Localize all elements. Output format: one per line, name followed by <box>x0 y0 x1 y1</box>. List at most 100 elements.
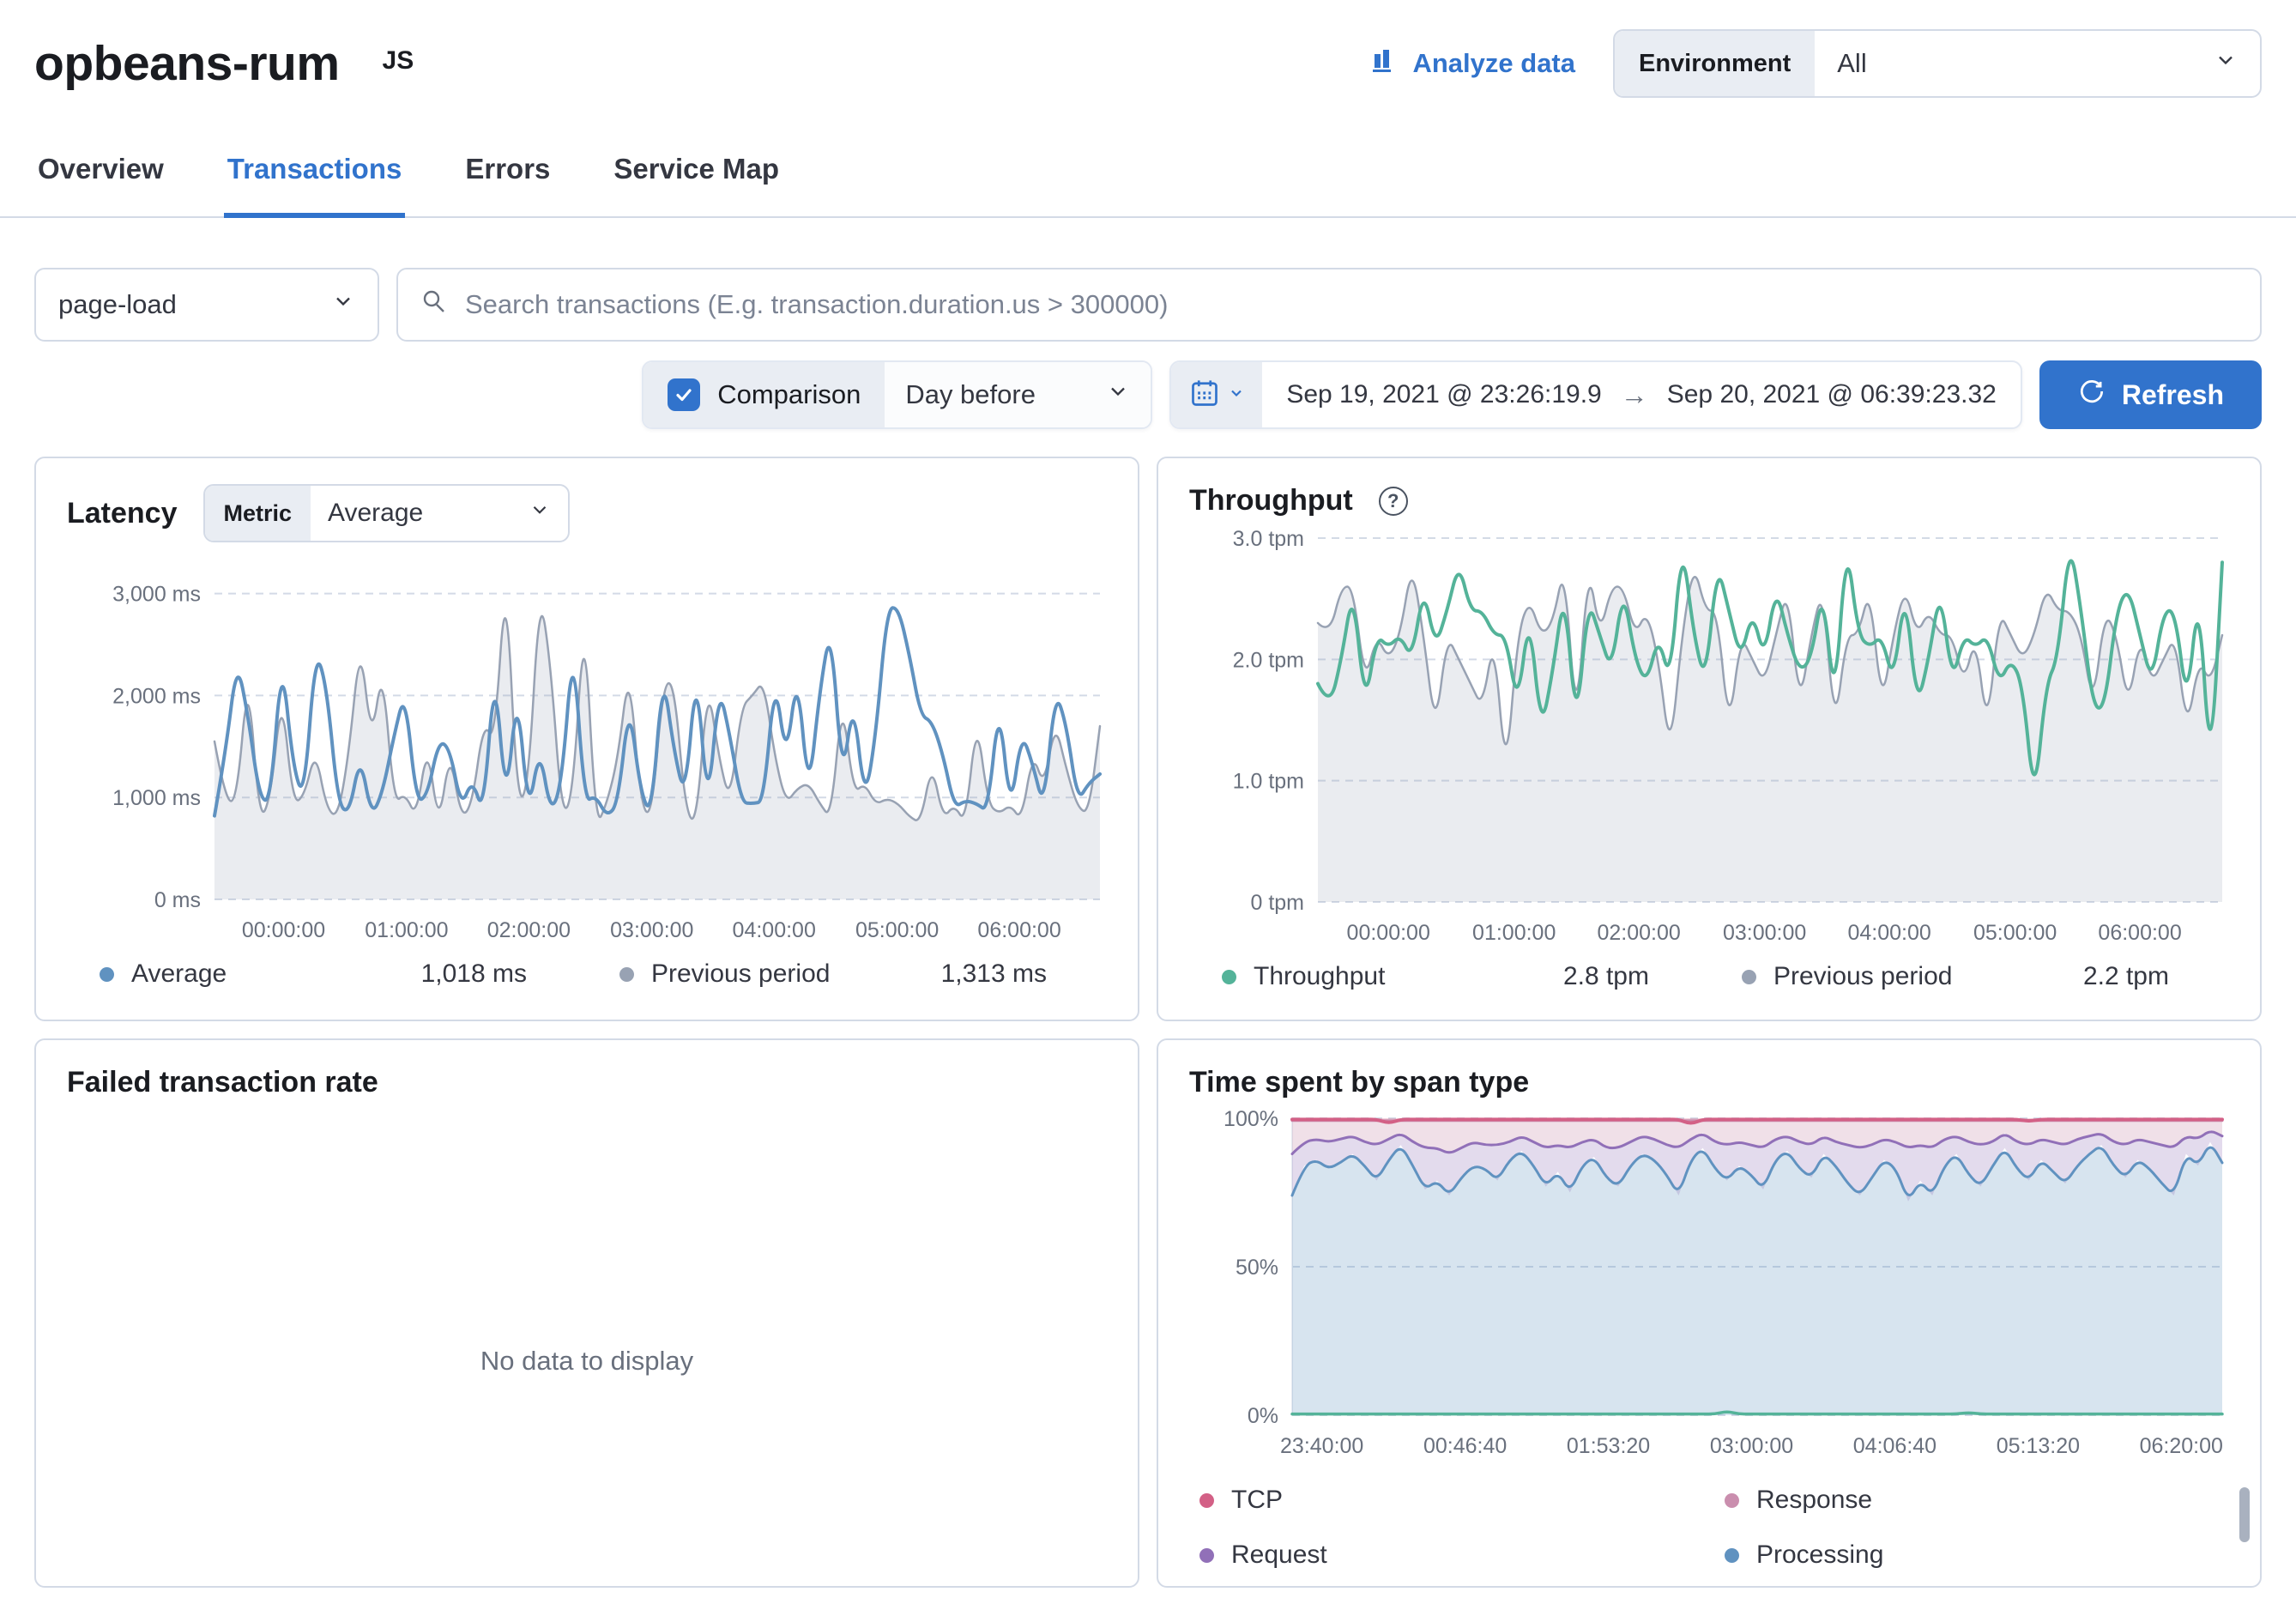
svg-text:3.0 tpm: 3.0 tpm <box>1233 527 1304 551</box>
tab-overview[interactable]: Overview <box>34 151 167 218</box>
legend-item-tcp[interactable]: TCP <box>1189 1486 1692 1515</box>
svg-text:50%: 50% <box>1236 1256 1278 1280</box>
chevron-down-icon <box>1228 384 1245 406</box>
legend-item-throughput[interactable]: Throughput 2.8 tpm <box>1189 962 1709 991</box>
environment-filter: Environment All <box>1613 29 2262 98</box>
legend-dot <box>619 967 634 982</box>
svg-text:0 tpm: 0 tpm <box>1250 891 1304 915</box>
environment-label: Environment <box>1615 31 1815 96</box>
legend-label: Throughput <box>1254 962 1385 991</box>
svg-text:05:00:00: 05:00:00 <box>855 918 939 942</box>
refresh-button[interactable]: Refresh <box>2039 360 2262 429</box>
refresh-icon <box>2077 377 2106 413</box>
svg-text:06:00:00: 06:00:00 <box>2098 921 2181 945</box>
legend-item-processing[interactable]: Processing <box>1692 1540 2195 1570</box>
calendar-menu-button[interactable] <box>1171 362 1262 427</box>
environment-select[interactable]: All <box>1815 31 2260 96</box>
throughput-panel: Throughput ? 0 tpm1.0 tpm2.0 tpm3.0 tpm0… <box>1157 457 2262 1021</box>
legend-dot <box>1725 1548 1739 1563</box>
legend-dot <box>1742 970 1756 984</box>
svg-text:04:00:00: 04:00:00 <box>1847 921 1930 945</box>
comparison-label: Comparison <box>717 379 861 410</box>
analyze-data-link[interactable]: Analyze data <box>1369 45 1575 82</box>
comparison-checkbox[interactable] <box>668 378 700 411</box>
svg-text:03:00:00: 03:00:00 <box>1723 921 1806 945</box>
legend-dot <box>1199 1548 1214 1563</box>
throughput-chart[interactable]: 0 tpm1.0 tpm2.0 tpm3.0 tpm00:00:0001:00:… <box>1189 524 2229 953</box>
svg-text:1,000 ms: 1,000 ms <box>112 786 201 810</box>
legend-label: Average <box>131 959 227 989</box>
legend-dot <box>1222 970 1236 984</box>
legend-item-previous-period[interactable]: Previous period 2.2 tpm <box>1709 962 2229 991</box>
search-bar <box>396 268 2262 342</box>
latency-metric-select[interactable]: Average <box>311 486 568 541</box>
svg-text:23:40:00: 23:40:00 <box>1280 1434 1363 1458</box>
latency-chart[interactable]: 0 ms1,000 ms2,000 ms3,000 ms00:00:0001:0… <box>67 549 1107 951</box>
time-controls: Comparison Day before Sep 19, 2021 @ 23:… <box>0 360 2296 429</box>
agent-js-badge: JS <box>383 46 414 76</box>
search-icon <box>420 288 448 322</box>
legend-item-request[interactable]: Request <box>1189 1540 1692 1570</box>
legend-dot <box>100 967 114 982</box>
latency-panel: Latency Metric Average 0 ms1,000 ms2,000… <box>34 457 1139 1021</box>
legend-label: Processing <box>1756 1540 1883 1570</box>
svg-text:04:06:40: 04:06:40 <box>1853 1434 1936 1458</box>
time-spent-title: Time spent by span type <box>1189 1066 1529 1099</box>
svg-text:06:20:00: 06:20:00 <box>2140 1434 2223 1458</box>
svg-text:1.0 tpm: 1.0 tpm <box>1233 770 1304 794</box>
chevron-down-icon <box>529 499 551 528</box>
date-picker: Sep 19, 2021 @ 23:26:19.9 → Sep 20, 2021… <box>1169 360 2022 429</box>
legend-item-response[interactable]: Response <box>1692 1486 2195 1515</box>
comparison-group: Comparison Day before <box>642 360 1152 429</box>
svg-text:00:00:00: 00:00:00 <box>1347 921 1430 945</box>
tab-errors[interactable]: Errors <box>462 151 553 218</box>
chevron-down-icon <box>2214 48 2238 79</box>
legend-value: 2.8 tpm <box>1563 962 1649 991</box>
throughput-legend: Throughput 2.8 tpm Previous period 2.2 t… <box>1189 962 2229 991</box>
latency-legend: Average 1,018 ms Previous period 1,313 m… <box>67 959 1107 989</box>
svg-text:01:00:00: 01:00:00 <box>1472 921 1556 945</box>
failed-transaction-rate-panel: Failed transaction rate No data to displ… <box>34 1038 1139 1588</box>
svg-text:100%: 100% <box>1224 1107 1278 1131</box>
environment-value: All <box>1837 48 1866 79</box>
time-spent-by-span-type-panel: Time spent by span type 0%50%100%23:40:0… <box>1157 1038 2262 1588</box>
legend-label: Previous period <box>651 959 830 989</box>
help-icon[interactable]: ? <box>1379 487 1408 516</box>
failed-transaction-rate-title: Failed transaction rate <box>67 1066 378 1099</box>
tab-service-map[interactable]: Service Map <box>610 151 782 218</box>
svg-text:05:13:20: 05:13:20 <box>1997 1434 2080 1458</box>
svg-text:05:00:00: 05:00:00 <box>1973 921 2057 945</box>
no-data-message: No data to display <box>36 1346 1138 1377</box>
calendar-icon <box>1189 378 1220 413</box>
svg-text:0 ms: 0 ms <box>154 888 201 912</box>
search-input[interactable] <box>465 289 2238 320</box>
tab-transactions[interactable]: Transactions <box>224 151 406 218</box>
svg-text:00:46:40: 00:46:40 <box>1423 1434 1507 1458</box>
legend-item-average[interactable]: Average 1,018 ms <box>67 959 587 989</box>
apm-service-page: opbeans-rum JS Analyze data Environment … <box>0 0 2296 1598</box>
charts-grid: Latency Metric Average 0 ms1,000 ms2,000… <box>0 429 2296 1588</box>
legend-dot <box>1725 1493 1739 1508</box>
legend-scrollbar[interactable] <box>2239 1487 2250 1542</box>
time-spent-chart[interactable]: 0%50%100%23:40:0000:46:4001:53:2003:00:0… <box>1189 1106 2229 1467</box>
comparison-checkbox-row[interactable]: Comparison <box>643 362 885 427</box>
latency-metric-value: Average <box>328 499 423 528</box>
latency-metric-group: Metric Average <box>203 484 571 542</box>
date-end[interactable]: Sep 20, 2021 @ 06:39:23.32 <box>1667 380 1997 409</box>
chevron-down-icon <box>331 289 355 320</box>
comparison-select[interactable]: Day before <box>885 362 1151 427</box>
legend-label: Previous period <box>1773 962 1952 991</box>
svg-text:01:53:20: 01:53:20 <box>1567 1434 1650 1458</box>
transaction-type-select[interactable]: page-load <box>34 268 379 342</box>
page-header: opbeans-rum JS Analyze data Environment … <box>0 0 2296 98</box>
page-title: opbeans-rum <box>34 29 340 98</box>
arrow-right-icon: → <box>1621 379 1648 411</box>
transaction-type-value: page-load <box>58 289 177 320</box>
date-range[interactable]: Sep 19, 2021 @ 23:26:19.9 → Sep 20, 2021… <box>1262 362 2021 427</box>
svg-text:2,000 ms: 2,000 ms <box>112 684 201 708</box>
legend-item-previous-period[interactable]: Previous period 1,313 ms <box>587 959 1107 989</box>
date-start[interactable]: Sep 19, 2021 @ 23:26:19.9 <box>1286 380 1601 409</box>
refresh-label: Refresh <box>2122 379 2224 411</box>
legend-dot <box>1199 1493 1214 1508</box>
service-tabs: Overview Transactions Errors Service Map <box>0 151 2296 218</box>
